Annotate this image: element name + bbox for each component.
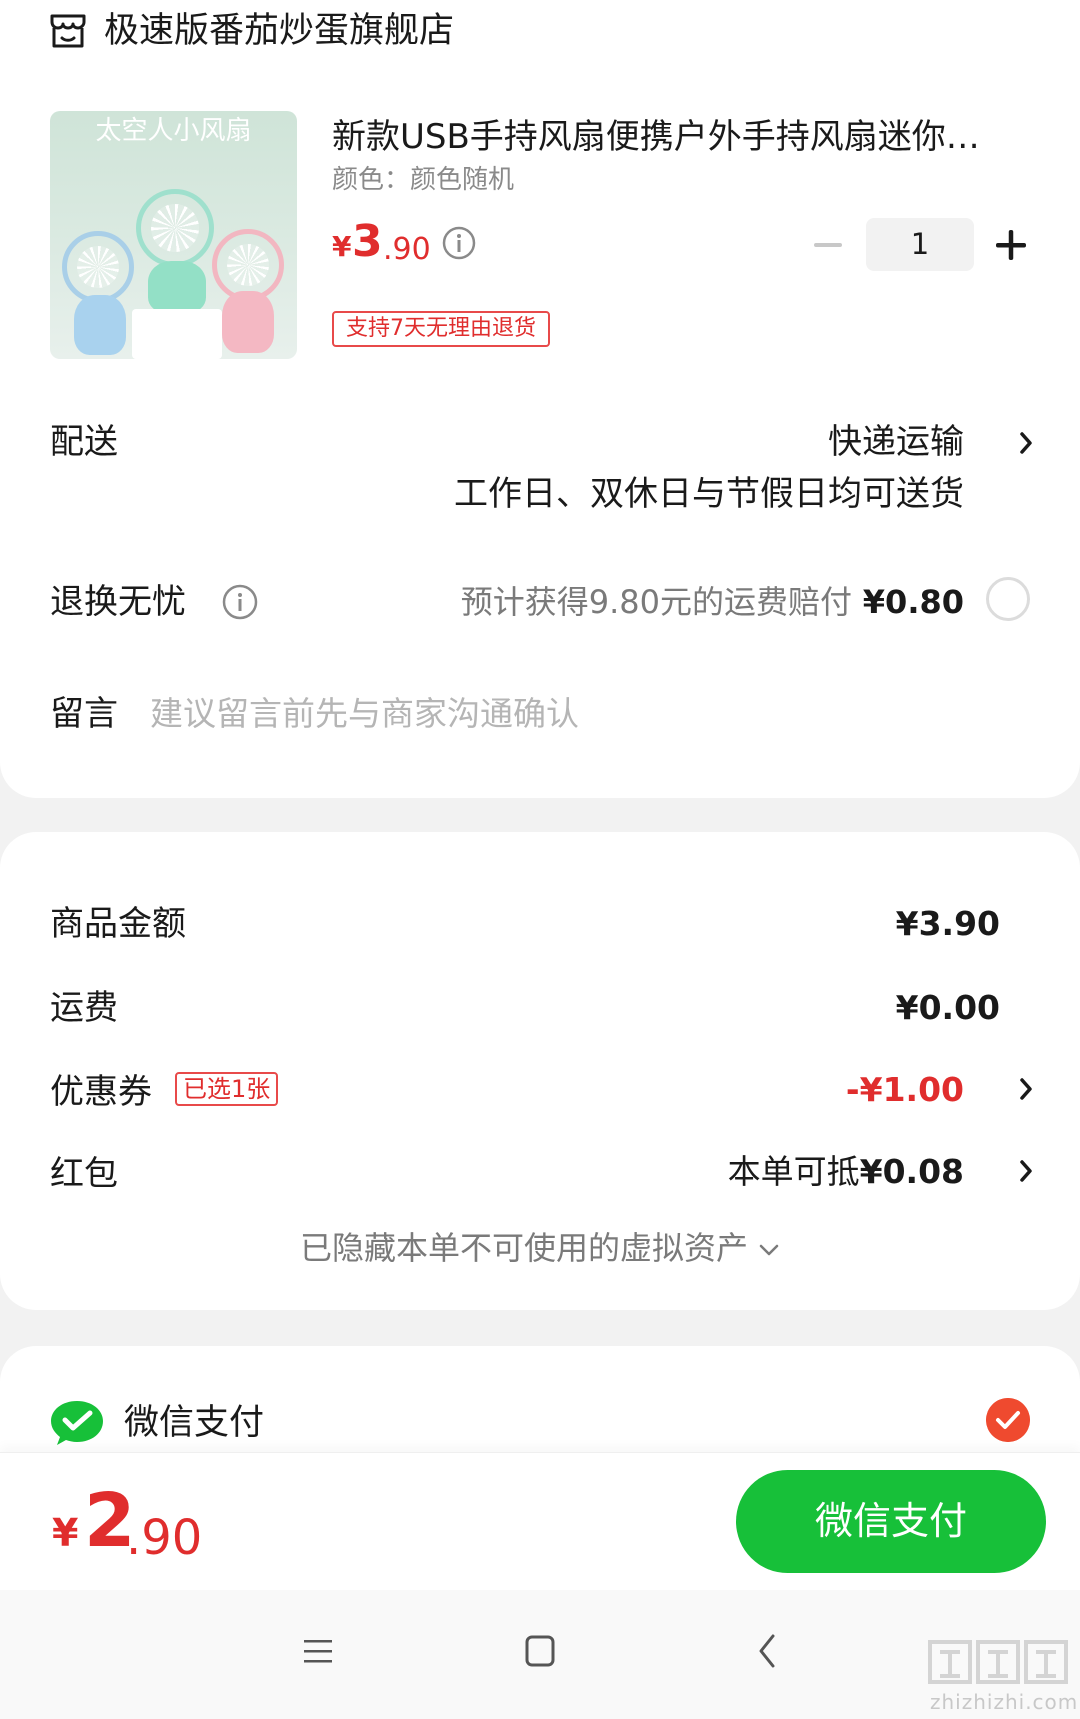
store-icon bbox=[50, 14, 86, 48]
return-insurance-description: 预计获得9.80元的运费赔付 bbox=[460, 583, 852, 621]
coupon-label[interactable]: 优惠券 bbox=[50, 1070, 152, 1114]
product-title[interactable]: 新款USB手持风扇便携户外手持风扇迷你… bbox=[332, 113, 1022, 161]
back-icon[interactable] bbox=[756, 1632, 778, 1670]
product-price-integer: 3 bbox=[352, 216, 383, 267]
watermark-text: zhizhizhi.com bbox=[930, 1690, 1079, 1714]
checkmark-icon[interactable] bbox=[986, 1398, 1030, 1442]
home-icon[interactable] bbox=[524, 1634, 556, 1668]
return-insurance-radio[interactable] bbox=[986, 577, 1030, 621]
quantity-input[interactable]: 1 bbox=[866, 218, 974, 271]
delivery-note: 工作日、双休日与节假日均可送货 bbox=[454, 474, 964, 514]
product-image-banner: 太空人小风扇 bbox=[95, 116, 252, 146]
wechat-pay-label[interactable]: 微信支付 bbox=[124, 1400, 264, 1446]
wechat-pay-button[interactable]: 微信支付 bbox=[736, 1470, 1046, 1573]
total-price-decimal: .90 bbox=[126, 1510, 203, 1566]
price-info-icon[interactable] bbox=[442, 226, 476, 260]
hidden-assets-toggle[interactable]: 已隐藏本单不可使用的虚拟资产 bbox=[0, 1226, 1080, 1270]
message-label: 留言 bbox=[50, 694, 118, 734]
delivery-label: 配送 bbox=[50, 422, 118, 462]
chevron-right-icon[interactable] bbox=[1016, 1158, 1036, 1184]
chevron-down-icon bbox=[759, 1244, 779, 1256]
red-packet-prefix: 本单可抵 bbox=[727, 1152, 860, 1191]
goods-amount-value: ¥3.90 bbox=[895, 904, 1000, 943]
red-packet-label[interactable]: 红包 bbox=[50, 1152, 118, 1196]
product-price-decimal: .90 bbox=[383, 232, 431, 267]
product-variant[interactable]: 颜色：颜色随机 bbox=[332, 162, 514, 198]
return-insurance-label: 退换无忧 bbox=[50, 582, 186, 622]
info-icon[interactable] bbox=[222, 584, 258, 620]
wechat-pay-icon bbox=[51, 1401, 103, 1445]
return-policy-badge: 支持7天无理由退货 bbox=[332, 311, 550, 347]
chevron-right-icon[interactable] bbox=[1016, 1076, 1036, 1102]
coupon-selected-badge: 已选1张 bbox=[175, 1072, 279, 1106]
shipping-fee-label: 运费 bbox=[50, 988, 118, 1028]
goods-amount-label: 商品金额 bbox=[50, 904, 186, 944]
store-name[interactable]: 极速版番茄炒蛋旗舰店 bbox=[104, 8, 454, 54]
coupon-value[interactable]: -¥1.00 bbox=[846, 1068, 964, 1112]
total-price-symbol: ¥ bbox=[52, 1511, 79, 1555]
hidden-assets-text: 已隐藏本单不可使用的虚拟资产 bbox=[299, 1229, 748, 1267]
product-image[interactable]: 太空人小风扇 bbox=[50, 111, 297, 359]
red-packet-amount: ¥0.08 bbox=[859, 1152, 964, 1191]
chevron-right-icon[interactable] bbox=[1016, 430, 1036, 456]
shipping-fee-value: ¥0.00 bbox=[895, 988, 1000, 1027]
quantity-decrease-button[interactable] bbox=[812, 232, 844, 258]
message-input[interactable] bbox=[150, 688, 1010, 738]
quantity-increase-button[interactable] bbox=[994, 228, 1028, 262]
menu-icon[interactable] bbox=[302, 1637, 334, 1665]
red-packet-value[interactable]: 本单可抵¥0.08 bbox=[728, 1150, 964, 1194]
return-insurance-price: ¥0.80 bbox=[862, 583, 964, 621]
delivery-method[interactable]: 快递运输 bbox=[828, 420, 964, 464]
product-price-symbol: ¥ bbox=[332, 230, 352, 263]
